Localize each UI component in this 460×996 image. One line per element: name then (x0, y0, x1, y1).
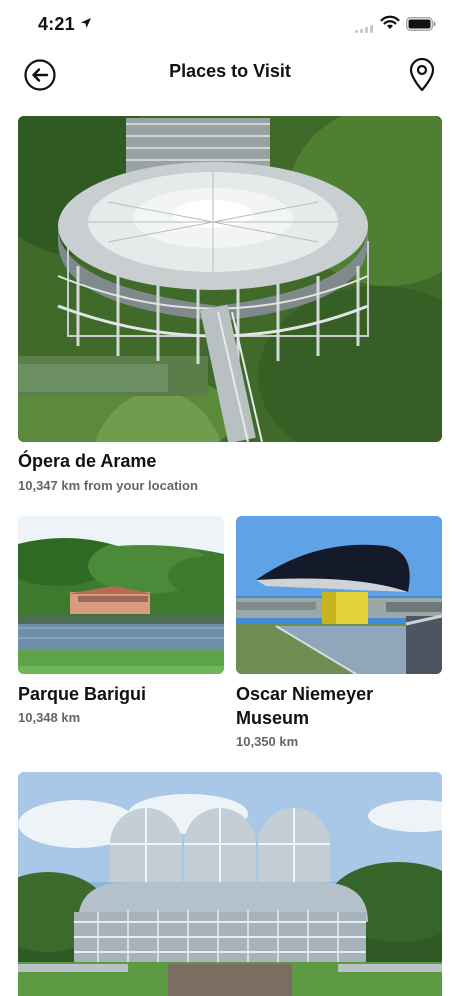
location-arrow-icon (81, 18, 91, 28)
place-photo-greenhouse (18, 772, 442, 996)
place-photo-oscar-niemeyer-museum (236, 516, 442, 674)
map-pin-icon[interactable] (408, 58, 436, 92)
status-time: 4:21 (38, 14, 75, 34)
place-photo-opera-de-arame (18, 116, 442, 442)
status-bar: 4:21 (0, 0, 460, 48)
place-card-oscar-niemeyer-museum[interactable]: Oscar Niemeyer Museum 10,350 km (236, 516, 442, 756)
place-photo-parque-barigui (18, 516, 224, 674)
wifi-icon (380, 15, 400, 29)
cellular-signal-icon (355, 25, 375, 33)
place-name: Oscar Niemeyer Museum (236, 684, 374, 728)
battery-icon (406, 17, 436, 31)
place-name: Ópera de Arame (18, 451, 157, 471)
navigation-bar: Places to Visit (0, 48, 460, 100)
place-distance: 10,348 km (18, 710, 81, 725)
place-card-parque-barigui[interactable]: Parque Barigui 10,348 km (18, 516, 224, 746)
place-distance: 10,350 km (236, 734, 299, 749)
place-card-greenhouse[interactable] (18, 772, 442, 996)
place-card-opera-de-arame[interactable]: Ópera de Arame 10,347 km from your locat… (18, 116, 442, 496)
place-name: Parque Barigui (18, 684, 147, 704)
place-distance: 10,347 km from your location (18, 478, 198, 493)
page-title: Places to Visit (169, 61, 291, 81)
